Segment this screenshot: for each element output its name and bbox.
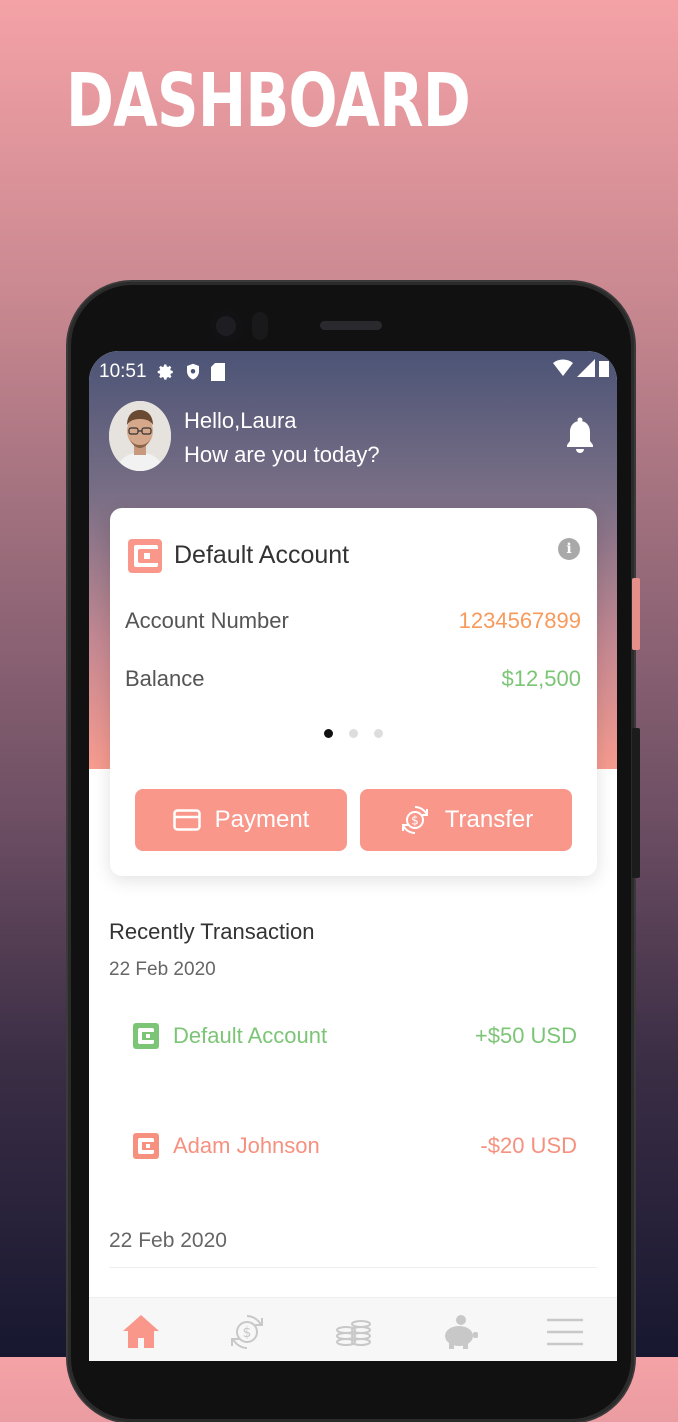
transfer-icon[interactable]: $	[227, 1312, 267, 1352]
account-number-label: Account Number	[125, 608, 289, 633]
avatar-image	[109, 401, 171, 471]
info-icon[interactable]: i	[558, 538, 580, 560]
transaction-amount: +$50 USD	[474, 1023, 577, 1048]
account-card: Default Account i Account Number 1234567…	[110, 508, 597, 876]
status-time: 10:51	[99, 361, 147, 382]
sd-card-icon	[210, 363, 225, 381]
coins-icon[interactable]	[333, 1312, 373, 1352]
shield-icon	[186, 363, 199, 380]
recent-transactions-title: Recently Transaction	[109, 919, 315, 944]
avatar[interactable]	[109, 401, 171, 471]
wifi-icon	[553, 359, 573, 376]
earpiece-speaker	[320, 321, 382, 330]
transaction-name: Adam Johnson	[173, 1133, 320, 1158]
transfer-button[interactable]: $ Transfer	[360, 789, 572, 851]
carousel-dot-1[interactable]	[324, 729, 333, 738]
phone-volume-button	[632, 728, 640, 878]
front-camera	[210, 310, 242, 342]
credit-card-icon	[172, 809, 201, 831]
wallet-icon	[133, 1023, 159, 1049]
carousel-dot-2[interactable]	[349, 729, 358, 738]
balance-value: $12,500	[501, 666, 581, 691]
battery-icon	[599, 361, 609, 377]
payment-button[interactable]: Payment	[135, 789, 347, 851]
transfer-button-label: Transfer	[444, 806, 534, 833]
piggy-bank-icon[interactable]	[439, 1312, 479, 1352]
settings-icon	[157, 364, 173, 380]
page-headline: DASHBOARD	[66, 58, 471, 144]
svg-text:$: $	[243, 1325, 252, 1341]
wallet-icon	[133, 1133, 159, 1159]
status-indicators	[553, 359, 609, 377]
phone-power-button	[632, 578, 640, 650]
signal-icon	[577, 359, 595, 377]
card-carousel-indicator[interactable]	[110, 729, 597, 738]
account-title: Default Account	[174, 541, 350, 569]
transaction-amount: -$20 USD	[480, 1133, 577, 1158]
proximity-sensor	[252, 312, 268, 340]
svg-text:$: $	[411, 814, 419, 828]
account-number-value: 1234567899	[458, 608, 581, 633]
bottom-nav: $	[89, 1297, 617, 1361]
notification-bell-icon[interactable]	[565, 417, 595, 455]
home-icon[interactable]	[121, 1312, 161, 1352]
transaction-row[interactable]: Adam Johnson -$20 USD	[133, 1127, 577, 1167]
payment-button-label: Payment	[214, 806, 310, 833]
carousel-dot-3[interactable]	[374, 729, 383, 738]
balance-label: Balance	[125, 666, 205, 691]
app-screen: 10:51 Hello,Laura How are you today? Def…	[89, 351, 617, 1361]
transaction-row[interactable]: Default Account +$50 USD	[133, 1017, 577, 1057]
divider	[109, 1267, 597, 1268]
status-bar: 10:51	[99, 359, 225, 385]
transfer-icon: $	[401, 806, 428, 834]
transaction-date-2: 22 Feb 2020	[109, 1229, 227, 1252]
transaction-name: Default Account	[173, 1023, 328, 1048]
wallet-icon	[128, 539, 162, 573]
greeting-question: How are you today?	[184, 442, 380, 467]
transaction-date-1: 22 Feb 2020	[109, 959, 216, 980]
greeting-hello: Hello,Laura	[184, 408, 297, 433]
menu-icon[interactable]	[545, 1312, 585, 1352]
